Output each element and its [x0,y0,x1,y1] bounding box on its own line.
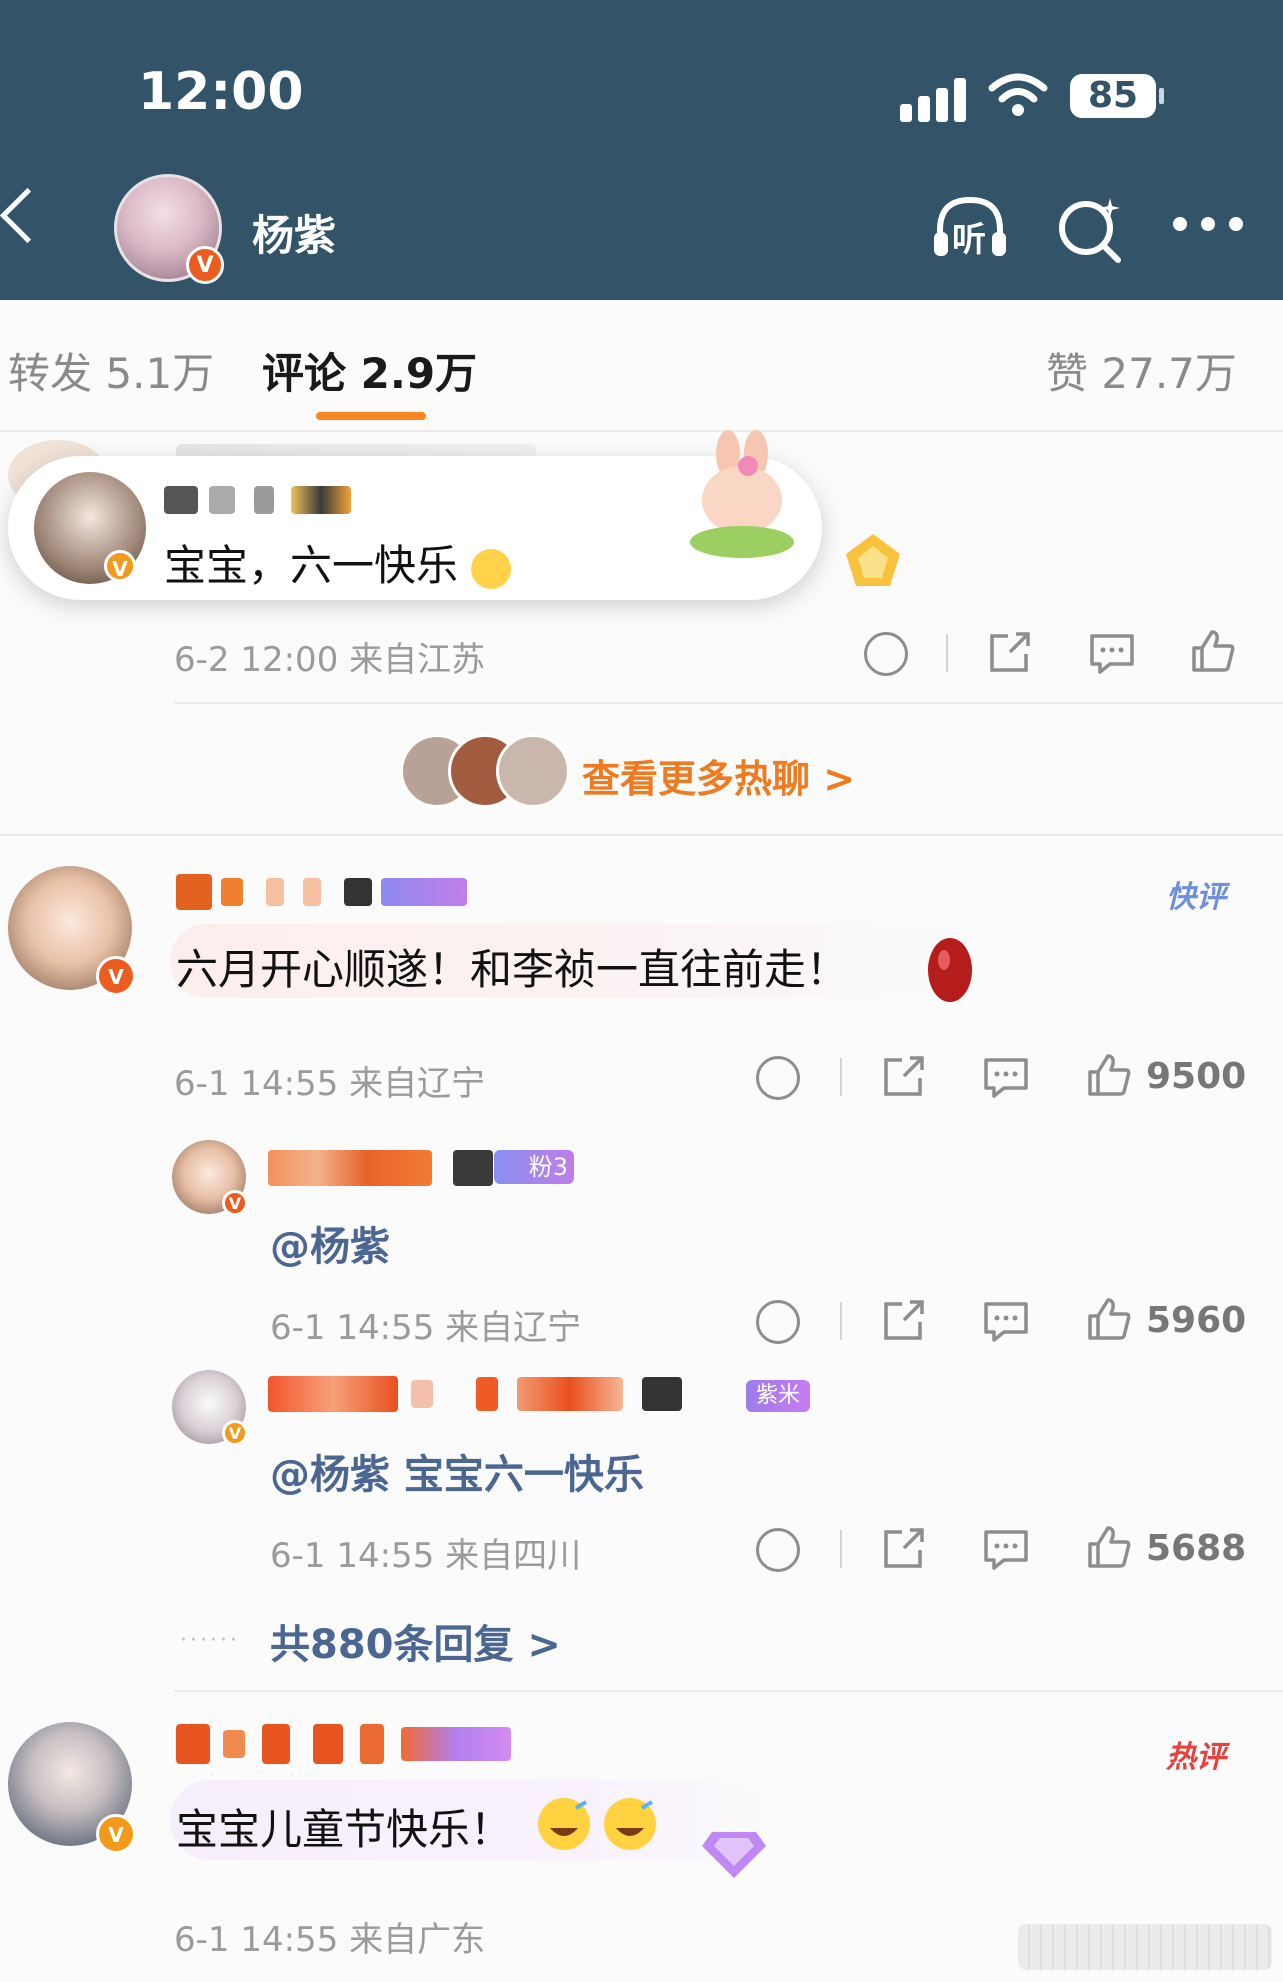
comment-meta: 6-2 12:00 来自江苏 [174,640,486,680]
reply-meta: 6-1 14:55 来自辽宁 [270,1308,582,1348]
divider [840,1302,842,1340]
emoji-icon [471,548,512,589]
tab-likes[interactable]: 赞 27.7万 [1046,340,1237,401]
laughing-emoji-icon [536,1794,660,1854]
verified-badge: V [222,1190,248,1216]
divider [840,1058,842,1096]
comment-text: 六月开心顺遂！和李祯一直往前走！ [176,945,849,994]
dots-icon: ······ [180,1628,240,1653]
hot-avatars [400,734,570,808]
divider [0,834,1283,836]
quick-comment-badge: 快评 [1166,880,1226,915]
divider [946,634,948,672]
divider [174,1690,1283,1692]
mention-link[interactable]: @杨紫 宝宝六一快乐 [270,1452,644,1498]
view-more-hot-link[interactable]: 查看更多热聊 > [582,748,855,803]
like-icon[interactable] [1086,1296,1132,1346]
blurred-username [176,1724,512,1764]
fan-level-badge: 粉3 [494,1150,574,1184]
comment-icon[interactable] [982,1526,1030,1576]
listen-label: 听 [952,220,986,260]
avatar-artwork [187,185,217,255]
comment-text: 宝宝儿童节快乐！ [176,1805,513,1854]
crown-badge-icon [838,530,908,590]
like-icon[interactable] [1190,628,1236,678]
divider [0,430,1283,432]
like-icon[interactable] [1086,1524,1132,1574]
dislike-icon[interactable] [756,1528,800,1572]
hot-comment-badge: 热评 [1166,1740,1226,1775]
status-time: 12:00 [138,62,304,122]
view-all-replies-link[interactable]: 共880条回复 > [270,1612,561,1670]
battery-indicator: 85 [1070,74,1164,118]
verified-badge: V [96,956,136,996]
share-icon[interactable] [880,1298,926,1348]
tab-active-indicator [316,412,426,420]
signal-icon [900,76,970,122]
like-icon[interactable] [1086,1052,1132,1102]
divider [174,702,1283,704]
verified-badge: V [96,1814,136,1854]
verified-badge: V [104,550,136,582]
comment-meta: 6-1 14:55 来自广东 [174,1920,486,1960]
page-title: 杨紫 [252,211,337,260]
dislike-icon[interactable] [756,1056,800,1100]
verified-badge: V [222,1420,248,1446]
blurred-username [164,486,352,514]
divider [840,1530,842,1568]
reply-meta: 6-1 14:55 来自四川 [270,1536,582,1576]
reply-text: @杨紫 宝宝六一快乐 [270,1442,644,1500]
like-count: 5960 [1146,1300,1247,1341]
popup-reply-text: 宝宝，六一快乐 [164,532,512,593]
tab-comments[interactable]: 评论 2.9万 [262,340,477,401]
blurred-username [268,1376,683,1412]
blurred-username [268,1150,494,1186]
comment-icon[interactable] [982,1054,1030,1104]
reply-popup[interactable]: V 宝宝，六一快乐 [8,430,822,600]
bunny-sticker-icon [686,430,796,560]
fan-level-badge: 紫米 [746,1380,810,1412]
scroll-indicator [1018,1924,1272,1970]
more-icon[interactable] [1170,212,1243,242]
comment-icon[interactable] [982,1298,1030,1348]
share-icon[interactable] [986,630,1032,680]
tab-reposts[interactable]: 转发 5.1万 [8,340,214,401]
comment-meta: 6-1 14:55 来自辽宁 [174,1064,486,1104]
comment-icon[interactable] [1088,630,1136,680]
blurred-username [176,874,468,910]
search-icon[interactable] [1054,192,1126,264]
share-icon[interactable] [880,1526,926,1576]
diamond-badge-icon [698,1816,770,1882]
dislike-icon[interactable] [864,632,908,676]
bean-sticker-icon [918,920,980,1016]
like-count: 5688 [1146,1528,1247,1569]
wifi-icon [988,72,1048,130]
verified-badge: V [186,246,224,284]
headphone-icon[interactable]: 听 [930,192,1006,264]
dislike-icon[interactable] [756,1300,800,1344]
reply-text[interactable]: @杨紫 [270,1214,390,1272]
like-count: 9500 [1146,1056,1247,1097]
share-icon[interactable] [880,1054,926,1104]
